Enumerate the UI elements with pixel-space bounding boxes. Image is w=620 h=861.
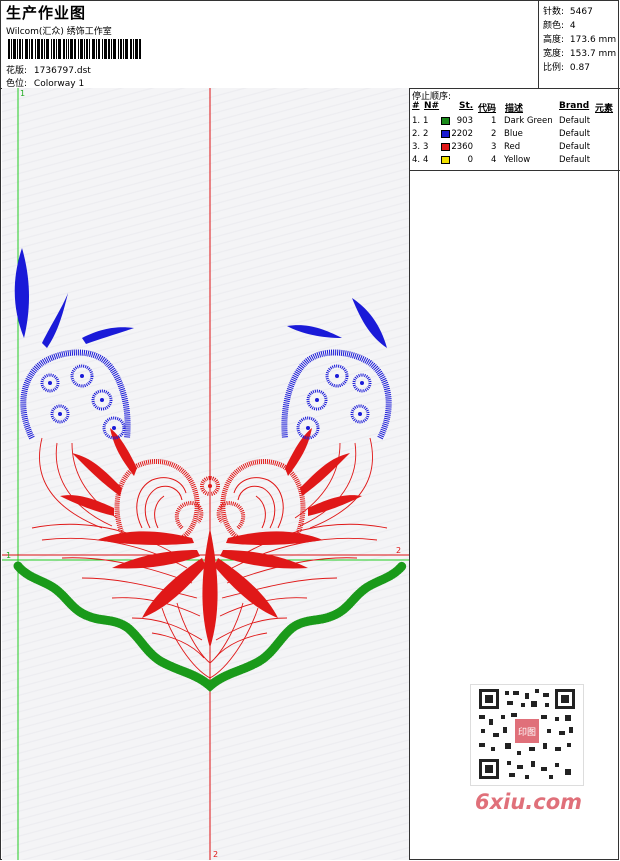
watermark-text: 6xiu.com bbox=[475, 790, 583, 814]
row-num: 3. bbox=[412, 142, 421, 152]
qr-code: 印图 bbox=[470, 684, 584, 786]
stat-value: 173.6 mm bbox=[569, 35, 617, 45]
stat-label: 宽度: bbox=[543, 49, 565, 59]
design-file: 1736797.dst bbox=[33, 66, 91, 76]
row-code: 1 bbox=[491, 116, 497, 126]
row-num: 2. bbox=[412, 129, 421, 139]
stat-value: 0.87 bbox=[569, 63, 590, 73]
row-brand: Default bbox=[559, 142, 591, 152]
barcode bbox=[8, 39, 141, 59]
design-canvas: 1 1 2 2 bbox=[2, 88, 410, 860]
guide-label-h-left: 1 bbox=[6, 551, 11, 560]
row-brand: Default bbox=[559, 129, 591, 139]
col-code: 代码 bbox=[478, 104, 497, 114]
row-num: 1. bbox=[412, 116, 421, 126]
row-code: 3 bbox=[491, 142, 497, 152]
stat-value: 4 bbox=[569, 21, 576, 31]
blue-motifs bbox=[14, 248, 392, 440]
stats-box: 针数: 5467 颜色: 4 高度: 173.6 mm 宽度: 153.7 mm… bbox=[538, 0, 620, 88]
row-n: 1 bbox=[423, 116, 429, 126]
stat-height: 高度: 173.6 mm bbox=[543, 32, 616, 45]
embroidery-design: 1 1 2 2 bbox=[2, 88, 409, 860]
stat-label: 高度: bbox=[543, 35, 565, 45]
row-n: 4 bbox=[423, 155, 429, 165]
page-title: 生产作业图 bbox=[6, 4, 87, 22]
row-n: 3 bbox=[423, 142, 429, 152]
design-file-row: 花版: 1736797.dst bbox=[6, 63, 91, 76]
stop-sequence-panel: 停止顺序: # N# St. 代码 描述 Brand 元素 1. 1 903 1… bbox=[409, 88, 620, 171]
row-stitches: 903 bbox=[456, 116, 473, 126]
row-desc: Blue bbox=[504, 129, 523, 139]
row-stitches: 2360 bbox=[451, 142, 473, 152]
color-swatch bbox=[441, 143, 450, 151]
seal-text: 印图 bbox=[518, 726, 536, 738]
guide-label-h-right: 2 bbox=[396, 546, 401, 555]
stat-value: 5467 bbox=[569, 7, 593, 17]
stat-stitches: 针数: 5467 bbox=[543, 4, 593, 17]
stat-label: 比例: bbox=[543, 63, 565, 73]
col-element: 元素 bbox=[595, 104, 614, 114]
guide-label-v-top: 1 bbox=[20, 89, 25, 98]
red-leaves bbox=[60, 428, 362, 648]
color-swatch bbox=[441, 130, 450, 138]
guide-label-v-bottom: 2 bbox=[213, 850, 218, 859]
col-n: N# bbox=[424, 101, 440, 111]
company-name: Wilcom(汇众) 绣饰工作室 bbox=[6, 27, 112, 37]
stat-label: 颜色: bbox=[543, 21, 565, 31]
row-stitches: 2202 bbox=[451, 129, 473, 139]
row-num: 4. bbox=[412, 155, 421, 165]
col-desc: 描述 bbox=[505, 104, 524, 114]
color-swatch bbox=[441, 117, 450, 125]
row-n: 2 bbox=[423, 129, 429, 139]
qr-code-icon: 印图 bbox=[479, 689, 575, 779]
row-desc: Yellow bbox=[504, 155, 531, 165]
row-brand: Default bbox=[559, 155, 591, 165]
stat-value: 153.7 mm bbox=[569, 49, 617, 59]
row-code: 2 bbox=[491, 129, 497, 139]
col-brand: Brand bbox=[559, 101, 590, 111]
row-desc: Red bbox=[504, 142, 521, 152]
stat-width: 宽度: 153.7 mm bbox=[543, 46, 616, 59]
color-swatch bbox=[441, 156, 450, 164]
header: 生产作业图 Wilcom(汇众) 绣饰工作室 花版: 1736797.dst 色… bbox=[4, 2, 536, 89]
col-stitches: St. bbox=[459, 101, 474, 111]
row-desc: Dark Green bbox=[504, 116, 553, 126]
row-stitches: 0 bbox=[467, 155, 473, 165]
row-brand: Default bbox=[559, 116, 591, 126]
stat-scale: 比例: 0.87 bbox=[543, 60, 590, 73]
col-index: # bbox=[412, 101, 420, 111]
row-code: 4 bbox=[491, 155, 497, 165]
stat-colors: 颜色: 4 bbox=[543, 18, 576, 31]
design-label: 花版: bbox=[6, 66, 28, 76]
stat-label: 针数: bbox=[543, 7, 565, 17]
